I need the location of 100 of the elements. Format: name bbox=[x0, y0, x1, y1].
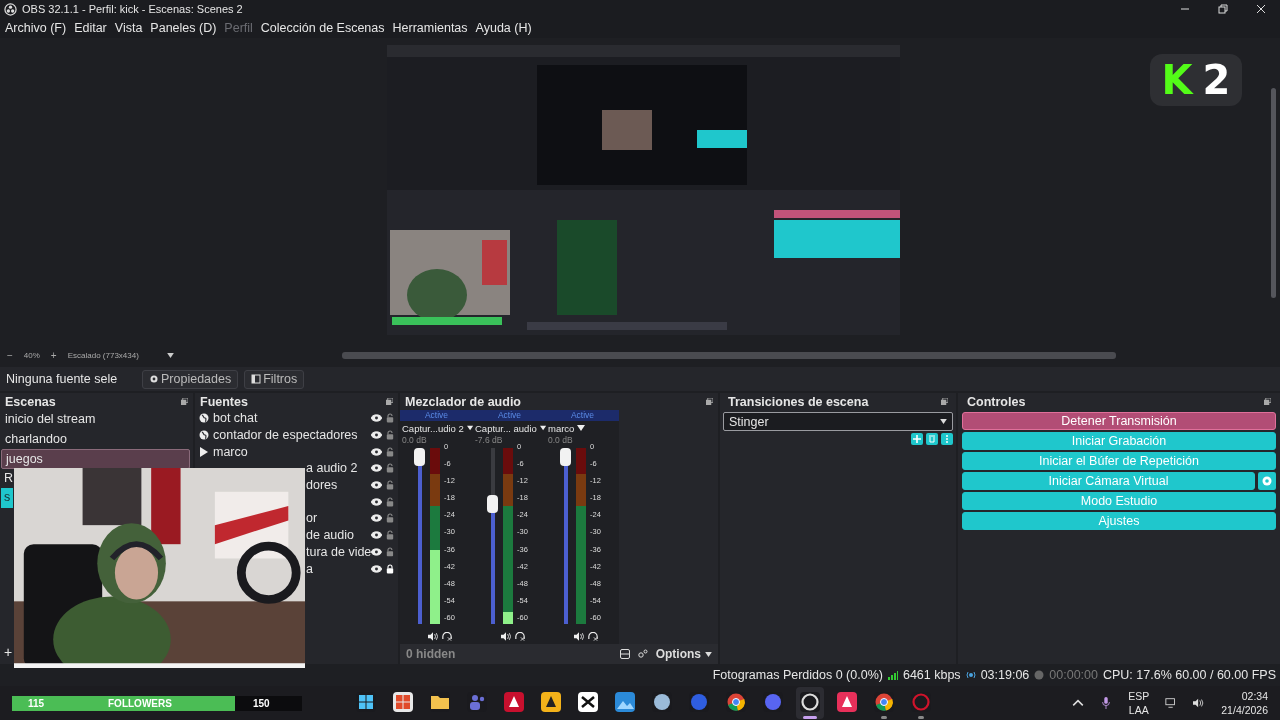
record-icon bbox=[1034, 670, 1045, 680]
headphones-icon[interactable] bbox=[441, 632, 452, 641]
caret-icon bbox=[940, 419, 947, 424]
dock-title: Fuentes bbox=[200, 394, 248, 409]
channel-name: marco bbox=[548, 422, 575, 434]
close-icon[interactable] bbox=[1256, 4, 1266, 14]
speaker-icon[interactable] bbox=[427, 632, 438, 641]
clock-date[interactable]: 21/4/2026 bbox=[1221, 703, 1268, 717]
restore-icon[interactable] bbox=[1218, 4, 1228, 14]
play-icon bbox=[199, 446, 209, 457]
zoom-out-button[interactable]: − bbox=[4, 350, 16, 361]
app-logo-icon bbox=[4, 2, 17, 16]
dock-title: Mezclador de audio bbox=[405, 394, 521, 409]
speaker-icon[interactable] bbox=[573, 632, 584, 641]
add-scene-button[interactable]: + bbox=[4, 644, 13, 660]
language-label[interactable]: ESP bbox=[1128, 689, 1150, 703]
options-button[interactable]: Options bbox=[655, 647, 712, 661]
undock-icon[interactable] bbox=[181, 398, 188, 405]
panel-icon bbox=[251, 374, 262, 384]
scene-item[interactable]: s bbox=[1, 488, 13, 508]
source-item[interactable]: contador de espectadores bbox=[213, 428, 358, 443]
zoom-in-button[interactable]: + bbox=[47, 350, 60, 361]
followers-label: FOLLOWERS bbox=[108, 697, 173, 709]
menu-item[interactable]: Paneles (D) bbox=[150, 21, 217, 35]
network-icon[interactable] bbox=[1165, 697, 1178, 709]
volume-reading: 0.0 dB bbox=[401, 435, 428, 446]
scene-item[interactable]: R bbox=[1, 468, 13, 488]
source-item[interactable]: tura de vide bbox=[306, 544, 372, 559]
source-item[interactable]: dores bbox=[306, 478, 338, 493]
add-icon[interactable] bbox=[911, 433, 923, 445]
undock-icon[interactable] bbox=[706, 398, 713, 405]
caret-icon[interactable] bbox=[577, 425, 586, 431]
hidden-count: 0 hidden bbox=[406, 647, 457, 661]
volume-reading: 0.0 dB bbox=[547, 435, 574, 446]
eye-icon[interactable] bbox=[371, 481, 382, 490]
dropped-frames: Fotogramas Perdidos 0 (0.0%) bbox=[712, 668, 883, 682]
menu-item[interactable]: Archivo (F) bbox=[5, 21, 67, 35]
more-icon[interactable] bbox=[941, 433, 953, 445]
caret-icon[interactable] bbox=[466, 425, 473, 431]
clock-time[interactable]: 02:34 bbox=[1241, 689, 1268, 703]
source-item[interactable]: marco bbox=[213, 444, 248, 459]
filters-button[interactable]: Filtros bbox=[244, 369, 305, 389]
transition-dropdown[interactable]: Stinger bbox=[723, 412, 953, 431]
caret-icon[interactable] bbox=[539, 425, 546, 431]
volume-reading: -7.6 dB bbox=[474, 435, 504, 446]
speaker-icon[interactable] bbox=[500, 632, 511, 641]
app-icon[interactable] bbox=[796, 687, 824, 719]
settings-icon[interactable] bbox=[1258, 472, 1276, 490]
trash-icon[interactable] bbox=[926, 433, 938, 445]
menu-item[interactable]: Vista bbox=[114, 21, 143, 35]
stream-time: 03:19:06 bbox=[980, 668, 1030, 682]
eye-icon[interactable] bbox=[371, 497, 382, 506]
broadcast-icon bbox=[965, 670, 976, 680]
scene-item[interactable]: juegos bbox=[1, 449, 190, 469]
undock-icon[interactable] bbox=[941, 398, 948, 405]
eye-icon[interactable] bbox=[371, 564, 382, 573]
undock-icon[interactable] bbox=[386, 398, 393, 405]
menu-item[interactable]: Colección de Escenas bbox=[260, 21, 385, 35]
speaker-icon[interactable] bbox=[1193, 697, 1206, 709]
slider-handle[interactable] bbox=[560, 448, 571, 466]
chevron-up-icon[interactable] bbox=[1072, 697, 1085, 709]
control-button[interactable]: Detener Transmisión bbox=[962, 412, 1276, 430]
headphones-icon[interactable] bbox=[587, 632, 598, 641]
source-item[interactable]: a audio 2 bbox=[306, 461, 358, 476]
source-item[interactable]: or bbox=[306, 511, 318, 526]
scene-item[interactable]: inicio del stream bbox=[1, 410, 190, 430]
globe-icon bbox=[199, 430, 209, 441]
eye-icon[interactable] bbox=[371, 414, 382, 423]
source-item[interactable]: de audio bbox=[306, 528, 354, 543]
layout-icon[interactable] bbox=[619, 649, 630, 659]
status-label: Active bbox=[473, 410, 546, 421]
scene-item[interactable]: charlandoo bbox=[1, 429, 190, 449]
eye-icon[interactable] bbox=[371, 531, 382, 540]
layout-label[interactable]: LAA bbox=[1128, 703, 1149, 717]
eye-icon[interactable] bbox=[371, 464, 382, 473]
slider-handle[interactable] bbox=[414, 448, 425, 466]
lock-icon[interactable] bbox=[386, 563, 394, 574]
menu-item[interactable]: Ayuda (H) bbox=[475, 21, 532, 35]
eye-icon[interactable] bbox=[371, 514, 382, 523]
logo-badge: K 2 bbox=[1150, 54, 1242, 106]
eye-icon[interactable] bbox=[371, 547, 383, 556]
dock-title: Escenas bbox=[5, 394, 56, 409]
microphone-icon[interactable] bbox=[1100, 697, 1113, 709]
source-item[interactable]: a bbox=[306, 561, 313, 576]
link-icon[interactable] bbox=[637, 649, 648, 659]
menu-item[interactable]: Editar bbox=[74, 21, 107, 35]
menu-item[interactable]: Herramientas bbox=[392, 21, 468, 35]
eye-icon[interactable] bbox=[371, 447, 382, 456]
channel-name: Captur... audio bbox=[475, 422, 537, 434]
undock-icon[interactable] bbox=[1264, 398, 1271, 405]
caret-icon[interactable] bbox=[166, 353, 174, 358]
headphones-icon[interactable] bbox=[514, 632, 525, 641]
status-label: Active bbox=[546, 410, 619, 421]
source-item[interactable]: bot chat bbox=[213, 411, 258, 426]
channel-name: Captur...udio 2 bbox=[402, 422, 464, 434]
slider-handle[interactable] bbox=[487, 495, 498, 514]
eye-icon[interactable] bbox=[371, 431, 382, 440]
scrollbar[interactable] bbox=[1271, 88, 1276, 298]
properties-button[interactable]: Propiedades bbox=[142, 369, 239, 389]
scrollbar[interactable] bbox=[341, 352, 1116, 359]
